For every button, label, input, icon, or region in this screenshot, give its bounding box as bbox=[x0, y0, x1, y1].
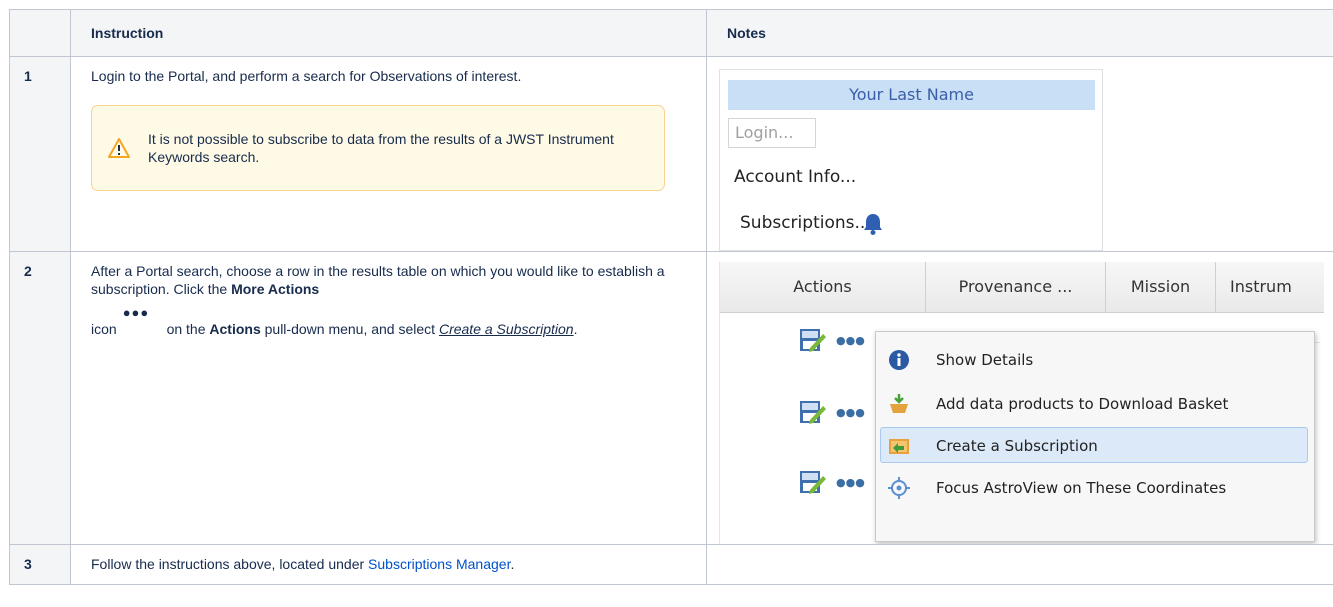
instruction-cell: Follow the instructions above, located u… bbox=[70, 544, 707, 585]
bell-icon bbox=[864, 214, 882, 235]
create-subscription-term: Create a Subscription bbox=[438, 321, 574, 337]
instruction-mid: on the bbox=[162, 321, 210, 337]
column-actions[interactable]: Actions bbox=[720, 262, 926, 312]
step-number: 3 bbox=[9, 544, 71, 585]
instruction-end: . bbox=[573, 321, 578, 337]
step-number: 2 bbox=[9, 251, 71, 545]
column-provenance[interactable]: Provenance ... bbox=[926, 262, 1106, 312]
instruction-pre: After a Portal search, choose a row in t… bbox=[91, 263, 665, 297]
table-row: 3 Follow the instructions above, located… bbox=[9, 544, 1333, 585]
table-row: 1 Login to the Portal, and perform a sea… bbox=[9, 56, 1333, 252]
header-number bbox=[9, 9, 71, 57]
subscriptions-link[interactable]: Subscriptions... bbox=[740, 214, 871, 232]
login-button[interactable]: Login... bbox=[728, 118, 816, 148]
edit-icon[interactable] bbox=[798, 468, 826, 496]
icon-word: icon bbox=[91, 321, 117, 337]
warning-panel: It is not possible to subscribe to data … bbox=[91, 105, 665, 191]
edit-icon[interactable] bbox=[798, 326, 826, 354]
edit-icon[interactable] bbox=[798, 398, 826, 426]
more-actions-icon: ●●● bbox=[122, 305, 150, 320]
instruction-pre: Follow the instructions above, located u… bbox=[91, 556, 369, 572]
more-actions-icon[interactable]: ●●● bbox=[836, 474, 865, 492]
instruction-text: After a Portal search, choose a row in t… bbox=[83, 262, 694, 338]
instruction-post: pull-down menu, and select bbox=[260, 321, 439, 337]
menu-item-label: Show Details bbox=[936, 351, 1034, 369]
menu-item-label: Create a Subscription bbox=[936, 437, 1098, 455]
instruction-text: Follow the instructions above, located u… bbox=[83, 555, 694, 573]
user-name-label: Your Last Name bbox=[728, 80, 1095, 110]
notes-cell bbox=[706, 544, 1333, 585]
header-instruction: Instruction bbox=[70, 9, 707, 57]
more-actions-term: More Actions bbox=[231, 281, 320, 297]
instructions-table: Instruction Notes 1 Login to the Portal,… bbox=[9, 9, 1333, 585]
column-mission[interactable]: Mission bbox=[1106, 262, 1216, 312]
menu-item-show-details[interactable]: Show Details bbox=[876, 340, 1314, 380]
actions-context-menu: Show Details Add data products to Downlo… bbox=[875, 331, 1315, 542]
info-icon bbox=[889, 350, 909, 370]
step-number: 1 bbox=[9, 56, 71, 252]
actions-term: Actions bbox=[209, 321, 261, 337]
subscription-icon bbox=[889, 439, 909, 454]
account-info-link[interactable]: Account Info... bbox=[734, 168, 856, 186]
notes-cell: Actions Provenance ... Mission Instrum ●… bbox=[706, 251, 1333, 545]
notes-cell: Your Last Name Login... Account Info... … bbox=[706, 56, 1333, 252]
login-menu-screenshot: Your Last Name Login... Account Info... … bbox=[719, 69, 1103, 251]
more-actions-icon[interactable]: ●●● bbox=[836, 404, 865, 422]
menu-item-focus-astroview[interactable]: Focus AstroView on These Coordinates bbox=[876, 468, 1314, 508]
menu-item-label: Focus AstroView on These Coordinates bbox=[936, 479, 1227, 497]
menu-item-label: Add data products to Download Basket bbox=[936, 395, 1229, 413]
warning-text: It is not possible to subscribe to data … bbox=[148, 131, 614, 165]
instruction-cell: Login to the Portal, and perform a searc… bbox=[70, 56, 707, 252]
grid-header: Actions Provenance ... Mission Instrum bbox=[720, 262, 1324, 313]
more-actions-dots: ●●● bbox=[117, 305, 163, 334]
instruction-end: . bbox=[510, 556, 515, 572]
menu-item-create-subscription[interactable]: Create a Subscription bbox=[876, 426, 1314, 466]
download-basket-icon bbox=[890, 394, 908, 413]
menu-item-add-to-basket[interactable]: Add data products to Download Basket bbox=[876, 384, 1314, 424]
more-actions-icon[interactable]: ●●● bbox=[836, 332, 865, 350]
column-instrument[interactable]: Instrum bbox=[1216, 262, 1324, 312]
results-grid-screenshot: Actions Provenance ... Mission Instrum ●… bbox=[719, 262, 1324, 544]
instruction-text: Login to the Portal, and perform a searc… bbox=[91, 68, 522, 84]
target-icon bbox=[888, 477, 910, 499]
instruction-cell: After a Portal search, choose a row in t… bbox=[70, 251, 707, 545]
subscriptions-manager-link[interactable]: Subscriptions Manager bbox=[368, 556, 510, 572]
table-header-row: Instruction Notes bbox=[9, 9, 1333, 57]
header-notes: Notes bbox=[706, 9, 1333, 57]
table-row: 2 After a Portal search, choose a row in… bbox=[9, 251, 1333, 545]
warning-icon bbox=[108, 138, 130, 158]
